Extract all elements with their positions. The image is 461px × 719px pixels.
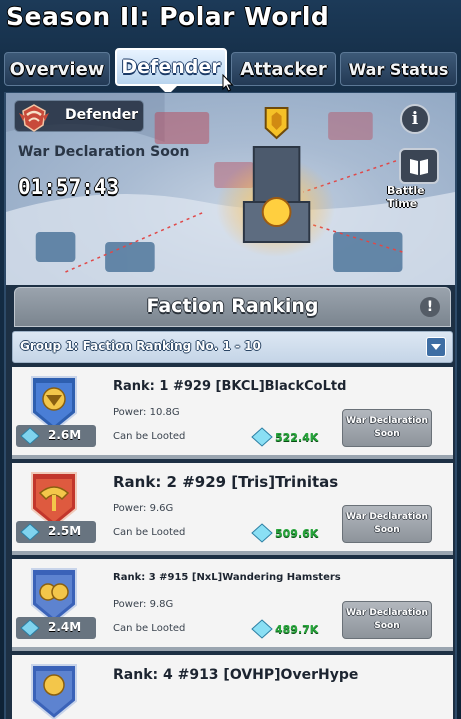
group-selector[interactable]: Group 1: Faction Ranking No. 1 - 10 [12,331,453,363]
loot-total-value: 2.5M [48,524,82,538]
tab-war-status[interactable]: War Status [340,52,457,86]
war-declaration-button[interactable]: War Declaration Soon [342,601,432,639]
loot-total-value: 2.6M [48,428,82,442]
app-frame: Season II: Polar World Overview Defender… [0,0,461,719]
power-text: Power: 10.8G [113,407,180,418]
war-btn-line1: War Declaration [346,608,428,618]
loot-total-value: 2.4M [48,620,82,634]
war-declaration-button[interactable]: War Declaration Soon [342,505,432,543]
loot-total-badge: 2.5M [16,521,96,543]
rank-line: Rank: 3 #915 [NxL]Wandering Hamsters [113,572,341,583]
power-text: Power: 9.6G [113,503,174,514]
faction-ranking-header: Faction Ranking ! [14,287,451,327]
war-btn-line1: War Declaration [346,512,428,522]
war-map-banner: Defender War Declaration Soon 01:57:43 i… [4,92,457,288]
ranking-panel: Faction Ranking ! Group 1: Faction Ranki… [4,285,457,719]
role-label: Defender [65,107,139,123]
battle-time-button[interactable] [399,148,439,184]
tab-defender[interactable]: Defender [115,48,227,86]
ranking-row[interactable]: 2.5M Rank: 2 #929 [Tris]Trinitas Power: … [12,463,453,555]
rank-line: Rank: 2 #929 [Tris]Trinitas [113,473,339,491]
faction-emblem-icon [31,664,77,719]
lootable-text: Can be Looted [113,623,186,634]
tab-overview[interactable]: Overview [4,52,110,86]
book-icon [410,159,428,175]
lootable-text: Can be Looted [113,431,186,442]
battle-time-label: Battle Time [387,184,425,210]
ranking-row[interactable]: 2.6M Rank: 1 #929 [BKCL]BlackCoLtd Power… [12,367,453,459]
role-badge: Defender [14,100,144,132]
rank-line: Rank: 4 #913 [OVHP]OverHype [113,667,359,683]
gem-icon [251,523,273,543]
gem-icon [251,427,273,447]
ranking-list: 2.6M Rank: 1 #929 [BKCL]BlackCoLtd Power… [12,367,453,719]
group-label: Group 1: Faction Ranking No. 1 - 10 [20,339,261,353]
gem-icon [20,619,40,637]
countdown-timer: 01:57:43 [18,175,120,199]
gem-value: 489.7K [275,623,319,636]
war-btn-line2: Soon [374,429,400,439]
info-icon[interactable]: i [400,104,430,134]
gem-icon [251,619,273,639]
loot-total-badge: 2.6M [16,425,96,447]
war-status-text: War Declaration Soon [18,144,190,160]
gem-value: 509.6K [275,527,319,540]
ranking-info-icon[interactable]: ! [420,297,440,317]
rank-line: Rank: 1 #929 [BKCL]BlackCoLtd [113,379,347,394]
gem-icon [20,523,40,541]
war-btn-line2: Soon [374,525,400,535]
loot-total-badge: 2.4M [16,617,96,639]
gem-icon [20,427,40,445]
page-title: Season II: Polar World [6,2,330,31]
faction-ranking-title: Faction Ranking [146,295,319,317]
ranking-row[interactable]: 2.4M Rank: 3 #915 [NxL]Wandering Hamster… [12,559,453,651]
war-declaration-button[interactable]: War Declaration Soon [342,409,432,447]
tab-attacker[interactable]: Attacker [231,52,336,86]
power-text: Power: 9.8G [113,599,174,610]
gem-value: 522.4K [275,431,319,444]
war-btn-line2: Soon [374,621,400,631]
defender-emblem-icon [19,104,49,132]
chevron-down-icon[interactable] [426,337,446,357]
war-btn-line1: War Declaration [346,416,428,426]
lootable-text: Can be Looted [113,527,186,538]
ranking-row[interactable]: Rank: 4 #913 [OVHP]OverHype [12,655,453,719]
mouse-cursor-icon [222,74,234,92]
